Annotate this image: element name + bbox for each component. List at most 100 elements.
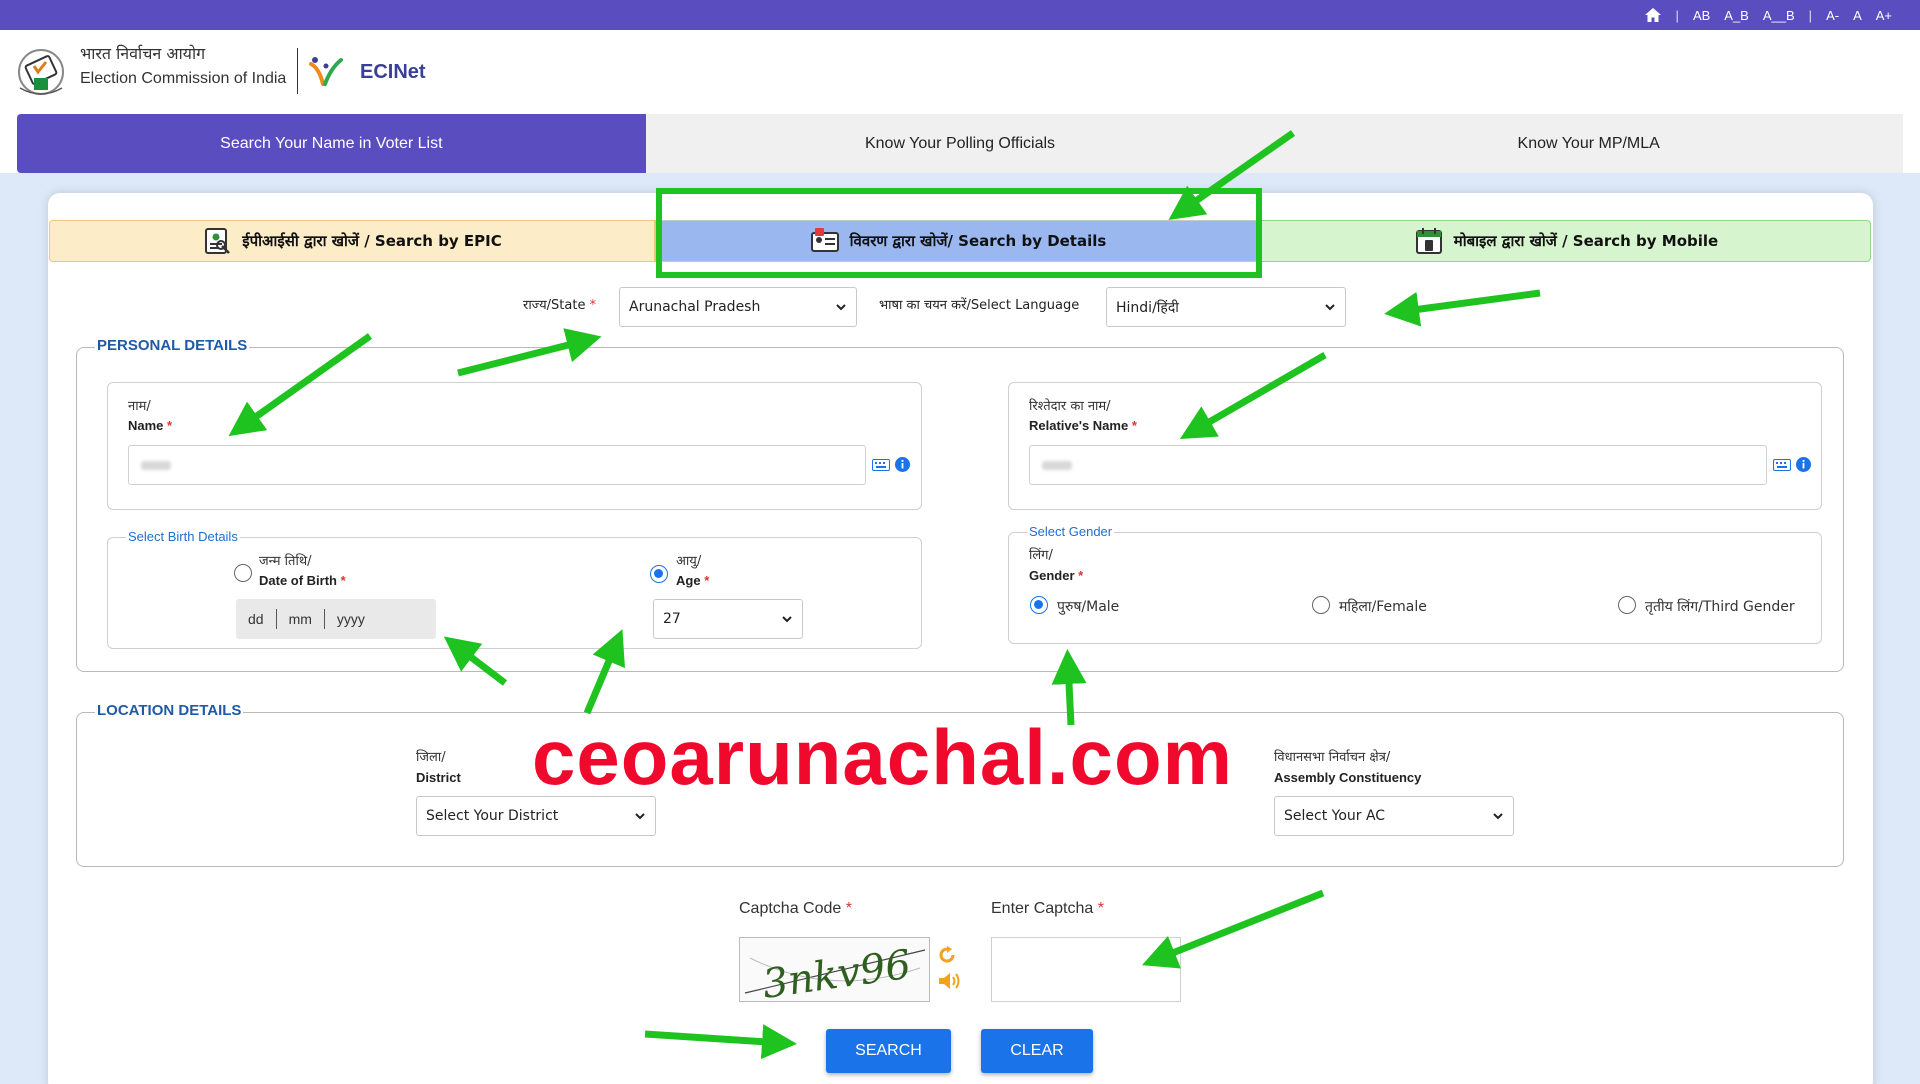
mobile-calendar-icon xyxy=(1415,228,1442,254)
font-ab-button[interactable]: AB xyxy=(1693,8,1710,23)
age-label: Age * xyxy=(676,573,709,588)
gender-box xyxy=(1008,532,1822,644)
required-mark: * xyxy=(704,573,710,588)
name-label: Name * xyxy=(128,418,172,433)
keyboard-icon[interactable] xyxy=(1773,459,1791,471)
chevron-down-icon xyxy=(1325,304,1335,311)
gender-label-hindi: लिंग/ xyxy=(1029,548,1053,563)
location-details-legend: LOCATION DETAILS xyxy=(95,702,244,719)
ecinet-logo-icon xyxy=(309,57,343,86)
dob-input[interactable]: dd mm yyyy xyxy=(236,599,436,639)
relative-name-label-text: Relative's Name xyxy=(1029,418,1129,433)
relative-name-input[interactable] xyxy=(1029,445,1767,485)
separator: | xyxy=(1808,7,1813,23)
home-icon[interactable] xyxy=(1644,7,1662,23)
relative-name-label: Relative's Name * xyxy=(1029,418,1137,433)
enter-captcha-label: Enter Captcha * xyxy=(991,900,1104,918)
district-select-value: Select Your District xyxy=(426,808,559,824)
gender-third-label: तृतीय लिंग/Third Gender xyxy=(1645,599,1795,615)
captcha-code-label: Captcha Code * xyxy=(739,900,852,918)
captcha-code-text: 3nkv96 xyxy=(760,942,914,1002)
main-tab-bar: Search Your Name in Voter List Know Your… xyxy=(17,114,1903,173)
age-radio[interactable] xyxy=(650,565,668,583)
captcha-input[interactable] xyxy=(991,937,1181,1002)
tab-search-by-epic[interactable]: ईपीआईसी द्वारा खोजें / Search by EPIC xyxy=(49,220,655,262)
state-select[interactable]: Arunachal Pradesh xyxy=(619,287,857,327)
separator: | xyxy=(1675,7,1679,23)
eci-logo-icon xyxy=(18,49,64,95)
required-mark: * xyxy=(1131,418,1137,433)
gender-male-label: पुरुष/Male xyxy=(1057,599,1120,615)
dob-label-text: Date of Birth xyxy=(259,573,337,588)
personal-details-legend: PERSONAL DETAILS xyxy=(95,337,250,354)
dob-label: Date of Birth * xyxy=(259,573,346,588)
language-select[interactable]: Hindi/हिंदी xyxy=(1106,287,1346,327)
state-label: राज्य/State * xyxy=(523,295,596,313)
tab-search-by-mobile[interactable]: मोबाइल द्वारा खोजें / Search by Mobile xyxy=(1261,220,1871,262)
name-label-hindi: नाम/ xyxy=(128,399,151,414)
required-mark: * xyxy=(340,573,346,588)
required-mark: * xyxy=(167,418,173,433)
age-select[interactable]: 27 xyxy=(653,599,803,639)
ac-label-hindi: विधानसभा निर्वाचन क्षेत्र/ xyxy=(1274,750,1391,765)
watermark-text: ceoarunachal.com xyxy=(532,713,1233,801)
keyboard-icon[interactable] xyxy=(872,459,890,471)
font-a-b-button[interactable]: A_B xyxy=(1724,8,1749,23)
gender-third-radio[interactable] xyxy=(1618,596,1636,614)
ecinet-name: ECINet xyxy=(360,61,426,83)
dob-day[interactable]: dd xyxy=(236,611,276,627)
district-label: District xyxy=(416,770,461,785)
gender-label: Gender * xyxy=(1029,568,1083,583)
required-mark: * xyxy=(589,298,597,313)
dob-year[interactable]: yyyy xyxy=(325,611,377,627)
highlight-frame xyxy=(656,188,1262,278)
captcha-code-label-text: Captcha Code xyxy=(739,900,842,917)
enter-captcha-label-text: Enter Captcha xyxy=(991,900,1094,917)
captcha-image: 3nkv96 xyxy=(739,937,930,1002)
speaker-icon[interactable] xyxy=(937,970,961,992)
blurred-text xyxy=(141,461,171,470)
eci-title-english: Election Commission of India xyxy=(80,70,287,87)
gender-male-radio[interactable] xyxy=(1030,596,1048,614)
gender-female-radio[interactable] xyxy=(1312,596,1330,614)
dob-radio[interactable] xyxy=(234,564,252,582)
tab-search-voter-list[interactable]: Search Your Name in Voter List xyxy=(17,114,646,173)
site-header: भारत निर्वाचन आयोग Election Commission o… xyxy=(0,30,1920,114)
chevron-down-icon xyxy=(635,813,645,820)
required-mark: * xyxy=(845,900,852,917)
info-icon[interactable] xyxy=(1796,457,1811,472)
text-normal-button[interactable]: A xyxy=(1853,8,1862,23)
tab-mp-mla[interactable]: Know Your MP/MLA xyxy=(1274,114,1903,173)
clear-button[interactable]: CLEAR xyxy=(981,1029,1093,1073)
tab-search-by-mobile-label: मोबाइल द्वारा खोजें / Search by Mobile xyxy=(1453,232,1719,250)
header-divider xyxy=(297,48,298,94)
search-button[interactable]: SEARCH xyxy=(826,1029,951,1073)
name-input[interactable] xyxy=(128,445,866,485)
tab-polling-officials[interactable]: Know Your Polling Officials xyxy=(646,114,1275,173)
state-select-value: Arunachal Pradesh xyxy=(629,299,761,315)
language-label: भाषा का चयन करें/Select Language xyxy=(879,298,1080,313)
info-icon[interactable] xyxy=(895,457,910,472)
font-a--b-button[interactable]: A__B xyxy=(1763,8,1795,23)
required-mark: * xyxy=(1097,900,1104,917)
eci-title: भारत निर्वाचन आयोग Election Commission o… xyxy=(80,42,286,88)
text-increase-button[interactable]: A+ xyxy=(1876,8,1892,23)
ac-select[interactable]: Select Your AC xyxy=(1274,796,1514,836)
age-label-text: Age xyxy=(676,573,701,588)
dob-month[interactable]: mm xyxy=(277,611,324,627)
eci-title-hindi: भारत निर्वाचन आयोग xyxy=(80,44,206,63)
text-decrease-button[interactable]: A- xyxy=(1826,8,1839,23)
chevron-down-icon xyxy=(836,304,846,311)
dob-label-hindi: जन्म तिथि/ xyxy=(259,554,312,569)
district-label-hindi: जिला/ xyxy=(416,750,446,765)
age-select-value: 27 xyxy=(663,611,681,627)
blurred-text xyxy=(1042,461,1072,470)
name-label-text: Name xyxy=(128,418,164,433)
tab-search-by-epic-label: ईपीआईसी द्वारा खोजें / Search by EPIC xyxy=(242,232,502,250)
birth-details-legend: Select Birth Details xyxy=(126,529,240,544)
refresh-icon[interactable] xyxy=(937,945,957,965)
gender-female-label: महिला/Female xyxy=(1339,599,1427,615)
chevron-down-icon xyxy=(1493,813,1503,820)
ac-select-value: Select Your AC xyxy=(1284,808,1386,824)
required-mark: * xyxy=(1078,568,1084,583)
